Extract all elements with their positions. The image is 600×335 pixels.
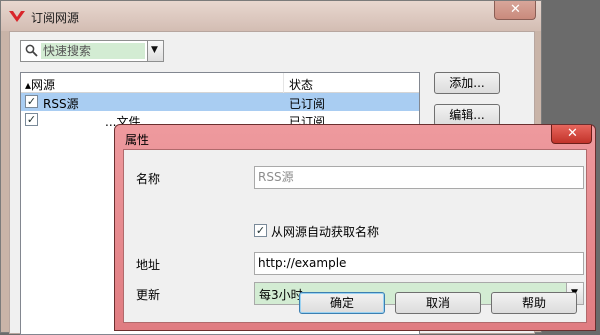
properties-dialog: 属性 ✕ 名称 RSS源 ✓ 从网源自动获取名称 地址 http://examp… xyxy=(114,124,596,331)
column-header-status[interactable]: 状态 xyxy=(289,76,313,93)
app-logo-icon xyxy=(9,11,25,22)
column-header-feed[interactable]: ▴网源 xyxy=(25,76,55,93)
dialog-title: 属性 xyxy=(125,133,150,147)
list-header: ▴网源 状态 xyxy=(21,73,419,93)
row-checkbox[interactable]: ✓ xyxy=(25,113,38,126)
update-label: 更新 xyxy=(136,288,161,302)
feed-name: RSS源 xyxy=(43,97,79,111)
row-checkbox[interactable]: ✓ xyxy=(25,95,38,108)
close-icon: ✕ xyxy=(567,126,578,141)
ok-button[interactable]: 确定 xyxy=(299,292,385,314)
window-close-button[interactable]: ✕ xyxy=(494,1,536,20)
search-dropdown-button[interactable]: ▼ xyxy=(147,41,163,61)
address-field[interactable]: http://example xyxy=(254,252,584,275)
auto-name-label: 从网源自动获取名称 xyxy=(271,225,380,239)
table-row[interactable]: ✓ RSS源 已订阅 xyxy=(21,93,419,111)
cancel-button[interactable]: 取消 xyxy=(395,292,481,314)
address-label: 地址 xyxy=(136,258,161,272)
column-separator[interactable] xyxy=(283,73,284,93)
search-input[interactable]: 快速搜索 xyxy=(41,43,145,59)
auto-name-checkbox[interactable]: ✓ xyxy=(254,224,267,237)
edit-button[interactable]: 编辑... xyxy=(434,104,500,126)
help-button[interactable]: 帮助 xyxy=(491,292,577,314)
dialog-close-button[interactable]: ✕ xyxy=(551,125,592,144)
chevron-down-icon: ▼ xyxy=(151,45,158,55)
add-button[interactable]: 添加... xyxy=(434,72,500,94)
name-field[interactable]: RSS源 xyxy=(254,166,584,189)
feed-status: 已订阅 xyxy=(289,97,326,111)
update-interval-value: 每3小时 xyxy=(259,288,303,302)
quick-search-box[interactable]: 快速搜索 ▼ xyxy=(20,40,164,62)
close-icon: ✕ xyxy=(510,2,521,17)
search-icon xyxy=(25,44,38,57)
window-title: 订阅网源 xyxy=(31,11,80,25)
title-bar: 订阅网源 ✕ xyxy=(1,1,541,31)
name-label: 名称 xyxy=(136,172,161,186)
